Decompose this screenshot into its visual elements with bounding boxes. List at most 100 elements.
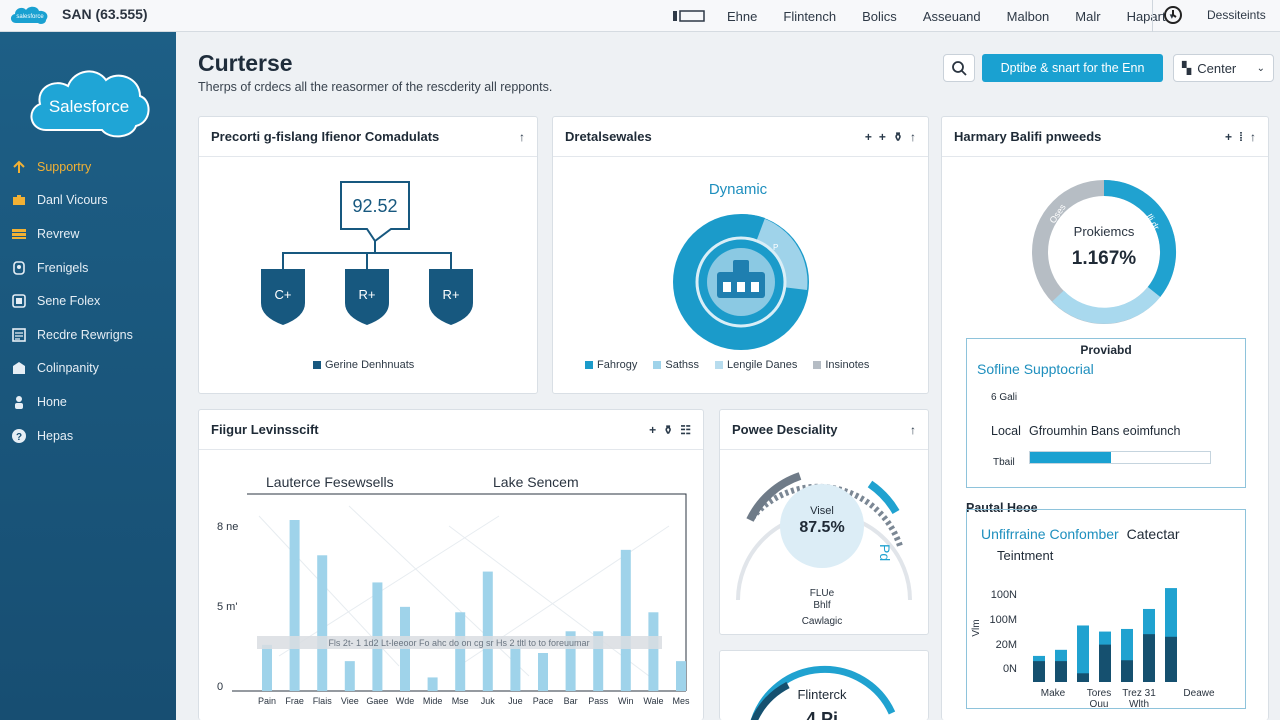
nav-label: Asseuand <box>922 8 981 24</box>
bar-panel-subtitle: Teintment <box>997 548 1054 563</box>
top-bar: salesforce SAN (63.555) Ehne Flintench B… <box>0 0 1280 32</box>
sidebar-item-revrew[interactable]: Revrew <box>0 217 176 251</box>
sidebar-item-label: Revrew <box>37 226 80 241</box>
sidebar-item-label: Frenigels <box>37 260 89 275</box>
card-title: Dretalsewales <box>565 129 652 144</box>
search-button[interactable] <box>943 54 975 82</box>
user-menu[interactable]: Dessiteints <box>1207 8 1266 22</box>
legend-label: Gerine Denhnuats <box>325 359 415 371</box>
nav-item-4[interactable]: Asseuand <box>910 9 994 24</box>
lightning-icon <box>10 159 28 175</box>
nav-item-5[interactable]: Malbon <box>994 9 1063 24</box>
y-tick: 0 <box>217 681 223 693</box>
sidebar-item-supportry[interactable]: Supportry <box>0 150 176 184</box>
gauge-caption: Cawlagic <box>802 616 843 627</box>
sidebar-item-colinpanity[interactable]: Colinpanity <box>0 352 176 386</box>
nav-divider <box>1152 0 1153 32</box>
x-tick: Juk <box>481 696 496 706</box>
sort-icon[interactable]: ↑ <box>519 130 525 144</box>
root-node-value: 92.52 <box>352 196 397 216</box>
card-title: Fiigur Levinsscift <box>211 422 319 437</box>
ring-chart: Prokiemcs 1.167% Oses Ili dr <box>1032 180 1176 324</box>
tree-diagram: 92.52 C+ R+ R+ <box>261 181 473 325</box>
add-icon[interactable]: + <box>649 423 656 437</box>
provided-panel: Proviabd Sofline Supptocrial 6 Gali Loca… <box>966 338 1246 488</box>
card-title: Precorti g-fislang Ifienor Comadulats <box>211 129 440 144</box>
card-tree: Precorti g-fislang Ifienor Comadulats ↑ … <box>198 116 538 394</box>
bar <box>648 612 659 691</box>
salesforce-logo-small[interactable]: salesforce <box>8 2 52 28</box>
columns-icon[interactable]: ⁞ <box>1239 130 1243 144</box>
bar-panel-title-rest: Catectar <box>1126 526 1180 542</box>
gauge-label: Visel <box>810 505 834 517</box>
card-legend: Fahrogy Sathss Lengile Danes Insinotes <box>585 359 869 371</box>
card-donut: Dretalsewales + + ⚱ ↑ Dynamic P Fahrogy … <box>552 116 929 394</box>
bar <box>1055 661 1067 682</box>
partial-gauge-title: Flinterck <box>797 687 847 702</box>
sidebar-item-hepas[interactable]: ? Hepas <box>0 419 176 453</box>
gauge-chart: Visel 87.5% Pd FLUe Bhlf Cawlagic <box>736 472 912 627</box>
sidebar-item-label: Sene Folex <box>37 294 101 309</box>
trash-icon[interactable]: ⚱ <box>893 130 903 144</box>
x-tick: Gaee <box>366 696 388 706</box>
progress-fill <box>1030 452 1111 463</box>
gauge-arc-accent <box>867 480 900 515</box>
primary-action-button[interactable]: Dptibe & snart for the Enn <box>982 54 1163 82</box>
sidebar-item-recdre-rewrigns[interactable]: Recdre Rewrigns <box>0 318 176 352</box>
donut-chart: P <box>673 213 809 350</box>
clock-icon[interactable] <box>1160 2 1186 28</box>
grouped-bar-chart: Vlm 100N 100M 20M 0N Make Tores Ouu Trez… <box>971 588 1215 708</box>
provided-row-value: Gfroumhin Bans eoimfunch <box>1029 424 1181 438</box>
ring-value: 1.167% <box>1072 248 1137 269</box>
sidebar-item-sene-folex[interactable]: Sene Folex <box>0 284 176 318</box>
add-icon[interactable]: + <box>879 130 886 144</box>
nav-item-3[interactable]: Bolics <box>849 9 910 24</box>
y-tick: 8 ne <box>217 521 238 533</box>
legend-swatch <box>313 361 321 370</box>
sort-icon[interactable]: ↑ <box>1250 130 1256 144</box>
sidebar-item-danl-vicours[interactable]: Danl Vicours <box>0 184 176 218</box>
nav-item-6[interactable]: Malr <box>1062 9 1113 24</box>
card-header: Harmary Balifi pnweeds + ⁞ ↑ <box>942 117 1268 157</box>
trash-icon[interactable]: ⚱ <box>663 423 673 437</box>
sidebar-item-hone[interactable]: Hone <box>0 385 176 419</box>
svg-text:?: ? <box>16 432 22 443</box>
x-tick: Flais <box>313 696 333 706</box>
x-tick: Deawe <box>1183 688 1215 699</box>
list-icon[interactable]: ☷ <box>680 423 691 437</box>
grid-icon[interactable] <box>672 8 714 24</box>
logo-small-text: salesforce <box>16 14 44 20</box>
page-subtitle: Therps of crdecs all the reasormer of th… <box>198 80 553 94</box>
add-icon[interactable]: + <box>1225 130 1232 144</box>
salesforce-logo[interactable]: Salesforce <box>26 60 152 140</box>
card-legend: Gerine Denhnuats <box>313 359 414 371</box>
nav-label: Malbon <box>1006 8 1050 24</box>
legend-label: Insinotes <box>825 359 870 371</box>
top-nav: Ehne Flintench Bolics Asseuand Malbon Ma… <box>672 0 1187 32</box>
center-select[interactable]: ▚ Center ⌄ <box>1173 54 1274 82</box>
building-icon <box>10 360 28 376</box>
partial-gauge-value: 4 Pi <box>806 709 838 720</box>
tree-node-label: R+ <box>443 287 460 302</box>
sort-icon[interactable]: ↑ <box>910 130 916 144</box>
document-icon <box>10 327 28 343</box>
x-tick: Trez 31 <box>1122 688 1156 699</box>
y-axis-label: Vlm <box>971 619 982 636</box>
x-tick: Pass <box>588 696 609 706</box>
add-icon[interactable]: + <box>865 130 872 144</box>
nav-item-2[interactable]: Flintench <box>770 9 849 24</box>
legend-label: Fahrogy <box>597 359 638 371</box>
nav-label: Ehne <box>727 8 758 24</box>
card-title: Powee Desciality <box>732 422 838 437</box>
bar <box>1121 660 1133 682</box>
card-header: Dretalsewales + + ⚱ ↑ <box>553 117 928 157</box>
bar <box>262 644 272 691</box>
user-badge-icon <box>10 260 28 276</box>
sort-icon[interactable]: ↑ <box>910 423 916 437</box>
slice-label: P <box>773 243 778 252</box>
gauge-value: 87.5% <box>799 519 844 536</box>
sidebar-item-frenigels[interactable]: Frenigels <box>0 251 176 285</box>
progress-bar <box>1029 451 1211 464</box>
y-tick: 0N <box>1003 663 1017 675</box>
nav-item-1[interactable]: Ehne <box>714 9 770 24</box>
